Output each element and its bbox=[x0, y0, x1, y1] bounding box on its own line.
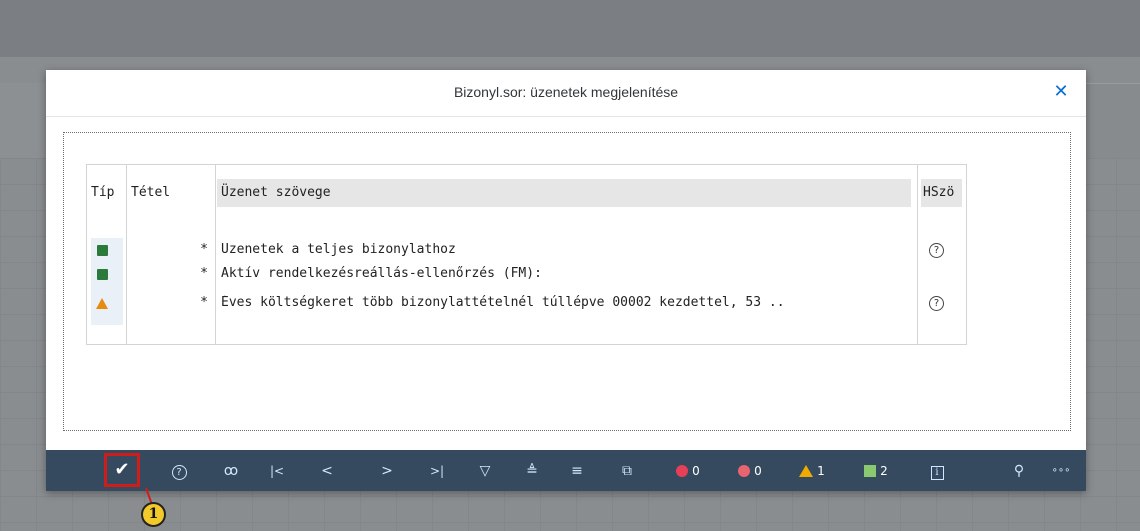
table-row[interactable]: * Aktív rendelkezésreállás-ellenőrzés (F… bbox=[87, 263, 966, 287]
row-message-text: Üzenetek a teljes bizonylathoz bbox=[221, 242, 456, 257]
row-tetel: * bbox=[200, 295, 208, 310]
header-tetel[interactable]: Tétel bbox=[131, 179, 170, 207]
row-tetel: * bbox=[200, 242, 208, 257]
search-icon[interactable]: ⚲ bbox=[1008, 459, 1030, 483]
help-icon[interactable]: ? bbox=[929, 243, 944, 258]
copy-icon[interactable]: ⧉ bbox=[616, 459, 638, 483]
warning-icon bbox=[799, 465, 814, 477]
row-tetel: * bbox=[200, 266, 208, 281]
dialog-title: Bizonyl.sor: üzenetek megjelenítése bbox=[453, 84, 679, 100]
warning-count: 1 bbox=[817, 464, 825, 478]
find-glasses-icon[interactable]: ꝏ bbox=[218, 459, 244, 483]
row-message-text: Éves költségkeret több bizonylattételnél… bbox=[221, 295, 785, 310]
header-uzenet[interactable]: Üzenet szövege bbox=[217, 179, 911, 207]
success-status-icon bbox=[97, 245, 108, 256]
help-circle-icon: ? bbox=[171, 465, 187, 480]
background-top bbox=[0, 0, 1140, 57]
error-icon bbox=[738, 465, 751, 477]
table-row[interactable]: * Üzenetek a teljes bizonylathoz ? bbox=[87, 239, 966, 263]
header-tip[interactable]: Típ bbox=[91, 179, 114, 207]
error-filter-button[interactable]: 0 bbox=[728, 459, 772, 483]
help-icon[interactable]: ? bbox=[929, 296, 944, 311]
first-page-icon[interactable]: |< bbox=[266, 459, 288, 483]
success-icon bbox=[864, 465, 877, 477]
step-callout-badge: 1 bbox=[141, 502, 166, 527]
stop-icon bbox=[676, 465, 689, 477]
ok-checkmark-button[interactable]: ✔ bbox=[104, 453, 140, 487]
warning-filter-button[interactable]: 1 bbox=[790, 459, 834, 483]
sort-descending-icon[interactable]: ≡ bbox=[566, 459, 588, 483]
help-button[interactable]: ? bbox=[168, 459, 190, 483]
sort-ascending-icon[interactable]: ≜ bbox=[521, 459, 543, 483]
message-dialog: Bizonyl.sor: üzenetek megjelenítése ✕ Tí… bbox=[46, 70, 1086, 491]
more-options-icon[interactable]: ∘∘∘ bbox=[1050, 459, 1072, 483]
info-icon: i bbox=[930, 466, 944, 480]
warning-status-icon bbox=[96, 298, 108, 309]
background-left-strip bbox=[0, 83, 48, 158]
header-hszo[interactable]: HSzö bbox=[921, 179, 962, 207]
stop-count: 0 bbox=[692, 464, 700, 478]
message-table: Típ Tétel Üzenet szövege HSzö * Üzenetek… bbox=[86, 164, 967, 345]
table-row[interactable]: * Éves költségkeret több bizonylattételn… bbox=[87, 292, 966, 316]
next-page-icon[interactable]: > bbox=[376, 459, 398, 483]
dialog-toolbar: ✔ ? ꝏ |< < > >| ▽ ≜ ≡ ⧉ 0 0 1 2 i ⚲ ∘∘∘ bbox=[46, 450, 1086, 491]
success-status-icon bbox=[97, 269, 108, 280]
stop-filter-button[interactable]: 0 bbox=[666, 459, 710, 483]
success-count: 2 bbox=[880, 464, 888, 478]
info-button[interactable]: i bbox=[926, 459, 948, 483]
filter-icon[interactable]: ▽ bbox=[474, 459, 496, 483]
error-count: 0 bbox=[754, 464, 762, 478]
previous-page-icon[interactable]: < bbox=[316, 459, 338, 483]
success-filter-button[interactable]: 2 bbox=[854, 459, 898, 483]
last-page-icon[interactable]: >| bbox=[426, 459, 448, 483]
close-icon[interactable]: ✕ bbox=[1050, 80, 1072, 104]
dialog-header: Bizonyl.sor: üzenetek megjelenítése ✕ bbox=[46, 70, 1086, 117]
row-message-text: Aktív rendelkezésreállás-ellenőrzés (FM)… bbox=[221, 266, 542, 281]
